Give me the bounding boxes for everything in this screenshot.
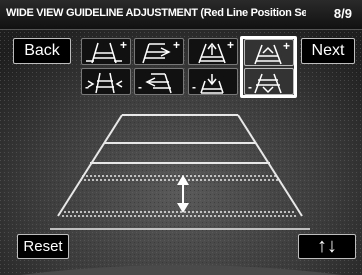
title-bar: WIDE VIEW GUIDELINE ADJUSTMENT (Red Line… (0, 0, 362, 30)
minus-sign: - (192, 80, 196, 94)
red-line-position-up-button[interactable]: + (244, 39, 294, 66)
width-increase-button[interactable]: + (81, 38, 131, 65)
plus-sign: + (172, 38, 180, 52)
back-button[interactable]: Back (13, 38, 71, 64)
reset-button[interactable]: Reset (17, 234, 69, 259)
page-title: WIDE VIEW GUIDELINE ADJUSTMENT (Red Line… (6, 7, 306, 19)
width-decrease-icon (87, 72, 123, 94)
plus-sign: + (226, 38, 234, 52)
length-increase-button[interactable]: + (188, 38, 238, 65)
minus-sign: - (248, 80, 252, 94)
minus-sign: - (85, 80, 89, 94)
plus-sign: + (119, 38, 127, 52)
angle-decrease-button[interactable]: - (134, 68, 184, 95)
angle-decrease-icon (145, 73, 172, 94)
length-decrease-icon (200, 74, 224, 94)
red-line-position-down-icon (254, 73, 282, 94)
red-line-position-down-button[interactable]: - (244, 68, 294, 95)
width-decrease-button[interactable]: - (81, 68, 131, 95)
next-button[interactable]: Next (301, 38, 355, 64)
up-down-toggle-button[interactable]: ↑↓ (298, 234, 356, 259)
camera-screen: WIDE VIEW GUIDELINE ADJUSTMENT (Red Line… (0, 0, 362, 275)
plus-sign: + (282, 39, 290, 53)
minus-sign: - (138, 80, 142, 94)
length-decrease-button[interactable]: - (188, 68, 238, 95)
page-indicator: 8/9 (333, 6, 352, 21)
angle-increase-button[interactable]: + (134, 38, 184, 65)
